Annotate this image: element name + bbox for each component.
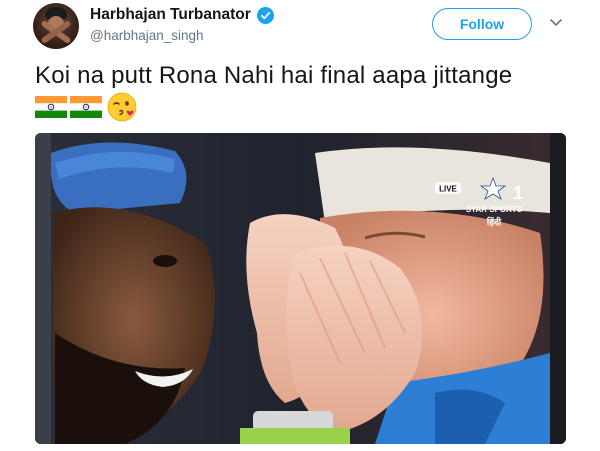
tv-frame-left bbox=[35, 133, 51, 444]
chevron-down-icon[interactable] bbox=[548, 14, 564, 30]
tweet-emoji-row bbox=[35, 92, 137, 122]
follow-button[interactable]: Follow bbox=[432, 8, 532, 40]
author-handle[interactable]: @harbhajan_singh bbox=[90, 28, 204, 43]
tweet-text: Koi na putt Rona Nahi hai final aapa jit… bbox=[35, 62, 513, 89]
verified-badge-icon bbox=[256, 6, 274, 24]
author-name-row[interactable]: Harbhajan Turbanator bbox=[90, 6, 274, 24]
channel-number: 1 bbox=[513, 183, 523, 203]
author-avatar[interactable] bbox=[33, 3, 79, 49]
sleeve-green bbox=[240, 428, 350, 444]
man-eye bbox=[153, 255, 177, 267]
tweet-media-photo[interactable]: LIVE 1 STAR SPORTS हिंदी bbox=[35, 133, 566, 444]
kissing-face-icon bbox=[107, 92, 137, 122]
channel-name: STAR SPORTS bbox=[466, 205, 523, 214]
tv-frame-right bbox=[550, 133, 566, 444]
channel-language: हिंदी bbox=[486, 216, 502, 228]
india-flag-icon bbox=[35, 96, 67, 118]
tweet-card: Harbhajan Turbanator @harbhajan_singh Fo… bbox=[0, 0, 600, 451]
live-badge: LIVE bbox=[439, 185, 457, 194]
author-display-name[interactable]: Harbhajan Turbanator bbox=[90, 6, 251, 24]
india-flag-icon bbox=[70, 96, 102, 118]
